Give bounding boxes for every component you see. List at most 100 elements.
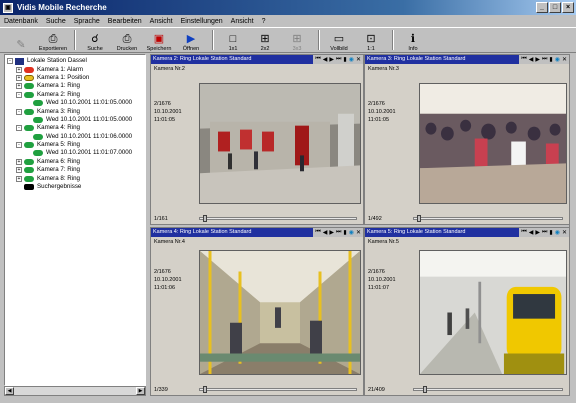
tree-item[interactable]: Wed 10.10.2001 11:01:05.0000 bbox=[7, 99, 145, 107]
play-icon[interactable]: ▶ bbox=[329, 229, 334, 236]
tree-item[interactable]: - Kamera 5: Ring bbox=[7, 141, 145, 149]
menu-suche[interactable]: Suche bbox=[46, 18, 66, 25]
fullscreen-icon: ▭ bbox=[333, 33, 345, 45]
slider-thumb[interactable] bbox=[422, 386, 427, 393]
tree-item[interactable]: + Kamera 7: Ring bbox=[7, 166, 145, 174]
close-pane-icon[interactable]: ✕ bbox=[562, 229, 567, 236]
playback-slider[interactable] bbox=[199, 215, 357, 222]
rewind-icon[interactable]: ◀ bbox=[529, 56, 534, 63]
menu-einstellungen[interactable]: Einstellungen bbox=[181, 18, 223, 25]
toolbar-button-1x1[interactable]: □ 1x1 bbox=[218, 28, 248, 52]
video-pane-1[interactable]: Kamera 2: Ring Lokale Station Standard ⏮ ◀… bbox=[150, 54, 364, 225]
camera-tree[interactable]: - Lokale Station Dassel + Kamera 1: Alarm + K… bbox=[4, 54, 146, 386]
play-icon[interactable]: ▶ bbox=[329, 56, 334, 63]
playback-slider[interactable] bbox=[413, 386, 563, 393]
close-pane-icon[interactable]: ✕ bbox=[356, 229, 361, 236]
menu-help[interactable]: ? bbox=[262, 18, 266, 25]
scroll-left-icon[interactable]: ◀ bbox=[5, 387, 14, 395]
collapse-icon[interactable]: - bbox=[16, 125, 22, 132]
slider-thumb[interactable] bbox=[203, 386, 208, 393]
tree-item[interactable]: Suchergebnisse bbox=[7, 183, 145, 191]
pause-icon[interactable]: ▮ bbox=[549, 229, 552, 236]
expand-icon[interactable]: + bbox=[16, 66, 22, 73]
video-pane-2[interactable]: Kamera 3: Ring Lokale Station Standard ⏮ ◀… bbox=[364, 54, 570, 225]
menu-ansicht-2[interactable]: Ansicht bbox=[231, 18, 254, 25]
first-frame-icon[interactable]: ⏮ bbox=[521, 56, 526, 63]
playback-slider[interactable] bbox=[199, 386, 357, 393]
toolbar-button-speichern[interactable]: ▣ Speichern bbox=[144, 28, 174, 52]
play-icon[interactable]: ▶ bbox=[535, 229, 540, 236]
close-pane-icon[interactable]: ✕ bbox=[562, 56, 567, 63]
toolbar-button-vollbild[interactable]: ▭ Vollbild bbox=[324, 28, 354, 52]
collapse-icon[interactable]: - bbox=[7, 58, 13, 65]
view-vertical-scrollbar[interactable] bbox=[569, 54, 576, 396]
rewind-icon[interactable]: ◀ bbox=[323, 229, 328, 236]
slider-thumb[interactable] bbox=[416, 215, 421, 222]
first-frame-icon[interactable]: ⏮ bbox=[315, 56, 320, 63]
toolbar-button-suche[interactable]: ☌ Suche bbox=[80, 28, 110, 52]
tree-item[interactable]: - Lokale Station Dassel bbox=[7, 57, 145, 65]
video-frame[interactable] bbox=[419, 83, 567, 204]
camera-icon[interactable]: ◉ bbox=[555, 229, 560, 236]
toolbar-button-1-1[interactable]: ⊡ 1:1 bbox=[356, 28, 386, 52]
collapse-icon[interactable]: - bbox=[16, 91, 22, 98]
toolbar-button-drucken[interactable]: ⎙ Drucken bbox=[112, 28, 142, 52]
last-frame-icon[interactable]: ⏭ bbox=[336, 56, 341, 63]
tree-item[interactable]: + Kamera 8: Ring bbox=[7, 174, 145, 182]
pause-icon[interactable]: ▮ bbox=[343, 229, 346, 236]
tree-item[interactable]: - Kamera 2: Ring bbox=[7, 91, 145, 99]
toolbar-button--ffnen[interactable]: ▶ Öffnen bbox=[176, 28, 206, 52]
first-frame-icon[interactable]: ⏮ bbox=[315, 229, 320, 236]
tree-item[interactable]: + Kamera 1: Ring bbox=[7, 82, 145, 90]
camera-icon[interactable]: ◉ bbox=[349, 229, 354, 236]
tree-item[interactable]: + Kamera 1: Alarm bbox=[7, 65, 145, 73]
tree-item[interactable]: Wed 10.10.2001 11:01:07.0000 bbox=[7, 149, 145, 157]
pause-icon[interactable]: ▮ bbox=[549, 56, 552, 63]
video-pane-4[interactable]: Kamera 5: Ring Lokale Station Standard ⏮ ◀… bbox=[364, 227, 570, 396]
pause-icon[interactable]: ▮ bbox=[343, 56, 346, 63]
collapse-icon[interactable]: - bbox=[16, 142, 22, 149]
tree-item-label: Wed 10.10.2001 11:01:06.0000 bbox=[46, 132, 133, 140]
expand-icon[interactable]: + bbox=[16, 83, 22, 90]
collapse-icon[interactable]: - bbox=[16, 108, 22, 115]
close-pane-icon[interactable]: ✕ bbox=[356, 56, 361, 63]
menu-ansicht[interactable]: Ansicht bbox=[150, 18, 173, 25]
close-button[interactable]: × bbox=[562, 2, 574, 13]
rewind-icon[interactable]: ◀ bbox=[323, 56, 328, 63]
scroll-right-icon[interactable]: ▶ bbox=[136, 387, 145, 395]
tree-horizontal-scrollbar[interactable]: ◀ ▶ bbox=[4, 386, 146, 396]
menu-sprache[interactable]: Sprache bbox=[74, 18, 100, 25]
play-icon[interactable]: ▶ bbox=[535, 56, 540, 63]
last-frame-icon[interactable]: ⏭ bbox=[542, 56, 547, 63]
maximize-button[interactable]: □ bbox=[549, 2, 561, 13]
toolbar-button-2x2[interactable]: ⊞ 2x2 bbox=[250, 28, 280, 52]
expand-icon[interactable]: + bbox=[16, 74, 22, 81]
menu-datenbank[interactable]: Datenbank bbox=[4, 18, 38, 25]
toolbar-button-info[interactable]: ℹ Info bbox=[398, 28, 428, 52]
camera-icon[interactable]: ◉ bbox=[349, 56, 354, 63]
video-frame[interactable] bbox=[419, 250, 567, 375]
tree-item[interactable]: + Kamera 6: Ring bbox=[7, 158, 145, 166]
last-frame-icon[interactable]: ⏭ bbox=[542, 229, 547, 236]
tree-item[interactable]: Wed 10.10.2001 11:01:06.0000 bbox=[7, 133, 145, 141]
tree-item-label: Kamera 2: Ring bbox=[37, 90, 80, 98]
last-frame-icon[interactable]: ⏭ bbox=[336, 229, 341, 236]
slider-thumb[interactable] bbox=[203, 215, 208, 222]
tree-item[interactable]: Wed 10.10.2001 11:01:05.0000 bbox=[7, 116, 145, 124]
toolbar-button-exportieren[interactable]: ⎙ Exportieren bbox=[38, 28, 68, 52]
playback-slider[interactable] bbox=[413, 215, 563, 222]
expand-icon[interactable]: + bbox=[16, 167, 22, 174]
tree-item[interactable]: - Kamera 4: Ring bbox=[7, 124, 145, 132]
menu-bearbeiten[interactable]: Bearbeiten bbox=[108, 18, 142, 25]
video-frame[interactable] bbox=[199, 250, 361, 375]
minimize-button[interactable]: _ bbox=[536, 2, 548, 13]
video-pane-3[interactable]: Kamera 4: Ring Lokale Station Standard ⏮ ◀… bbox=[150, 227, 364, 396]
tree-item[interactable]: + Kamera 1: Position bbox=[7, 74, 145, 82]
video-frame[interactable] bbox=[199, 83, 361, 204]
expand-icon[interactable]: + bbox=[16, 175, 22, 182]
tree-item[interactable]: - Kamera 3: Ring bbox=[7, 107, 145, 115]
rewind-icon[interactable]: ◀ bbox=[529, 229, 534, 236]
camera-icon[interactable]: ◉ bbox=[555, 56, 560, 63]
first-frame-icon[interactable]: ⏮ bbox=[521, 229, 526, 236]
expand-icon[interactable]: + bbox=[16, 158, 22, 165]
